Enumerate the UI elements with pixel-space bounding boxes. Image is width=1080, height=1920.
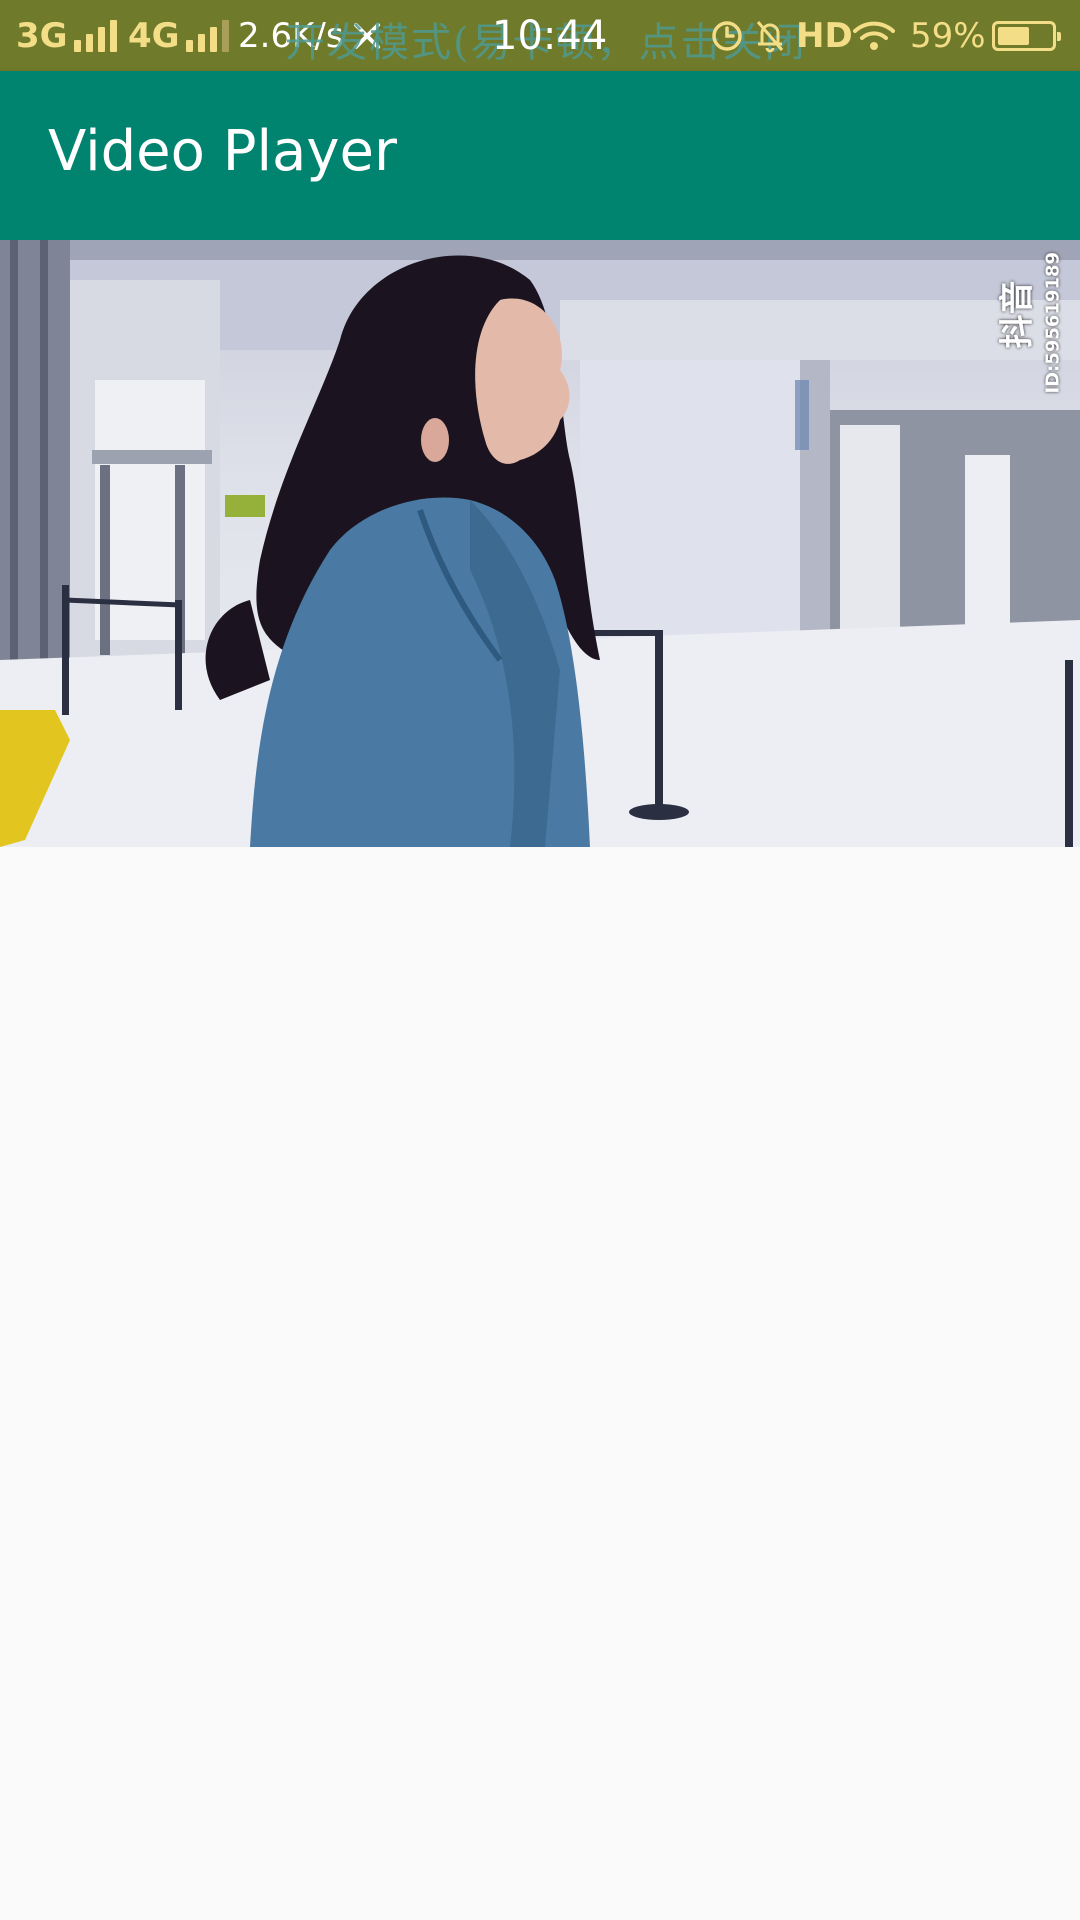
signal-icon	[73, 19, 117, 52]
network-type-3g: 3G	[16, 15, 68, 56]
network-group-2: 4G	[128, 0, 229, 71]
hd-indicator: HD	[796, 0, 853, 71]
content-area	[0, 847, 1080, 1920]
battery-icon	[992, 0, 1061, 71]
watermark-id: ID:595619189	[1042, 251, 1064, 394]
alarm-icon	[710, 0, 744, 71]
clock: 10:44	[492, 12, 608, 59]
notifications-off-icon	[754, 0, 786, 71]
signal-icon-2	[185, 19, 229, 52]
app-title: Video Player	[48, 119, 397, 184]
battery-percent-text: 59%	[910, 15, 986, 56]
wifi-icon	[852, 0, 896, 71]
battery-percent: 59%	[910, 0, 986, 71]
watermark-logo-text: 抖音	[997, 280, 1038, 349]
tiktok-logo: 抖音	[990, 250, 1038, 380]
battery-body	[992, 20, 1061, 51]
battery-fill	[998, 26, 1029, 45]
network-group: 3G	[16, 0, 117, 71]
video-frame	[0, 240, 1080, 847]
hd-label: HD	[796, 15, 853, 56]
network-type-4g: 4G	[128, 15, 180, 56]
app-bar: Video Player	[0, 71, 1080, 240]
status-bar: 3G 4G 2.6K/s 开发模式(易卡顿，点击关闭 10:44 HD 59%	[0, 0, 1080, 71]
video-player[interactable]: ID:595619189 抖音	[0, 240, 1080, 847]
